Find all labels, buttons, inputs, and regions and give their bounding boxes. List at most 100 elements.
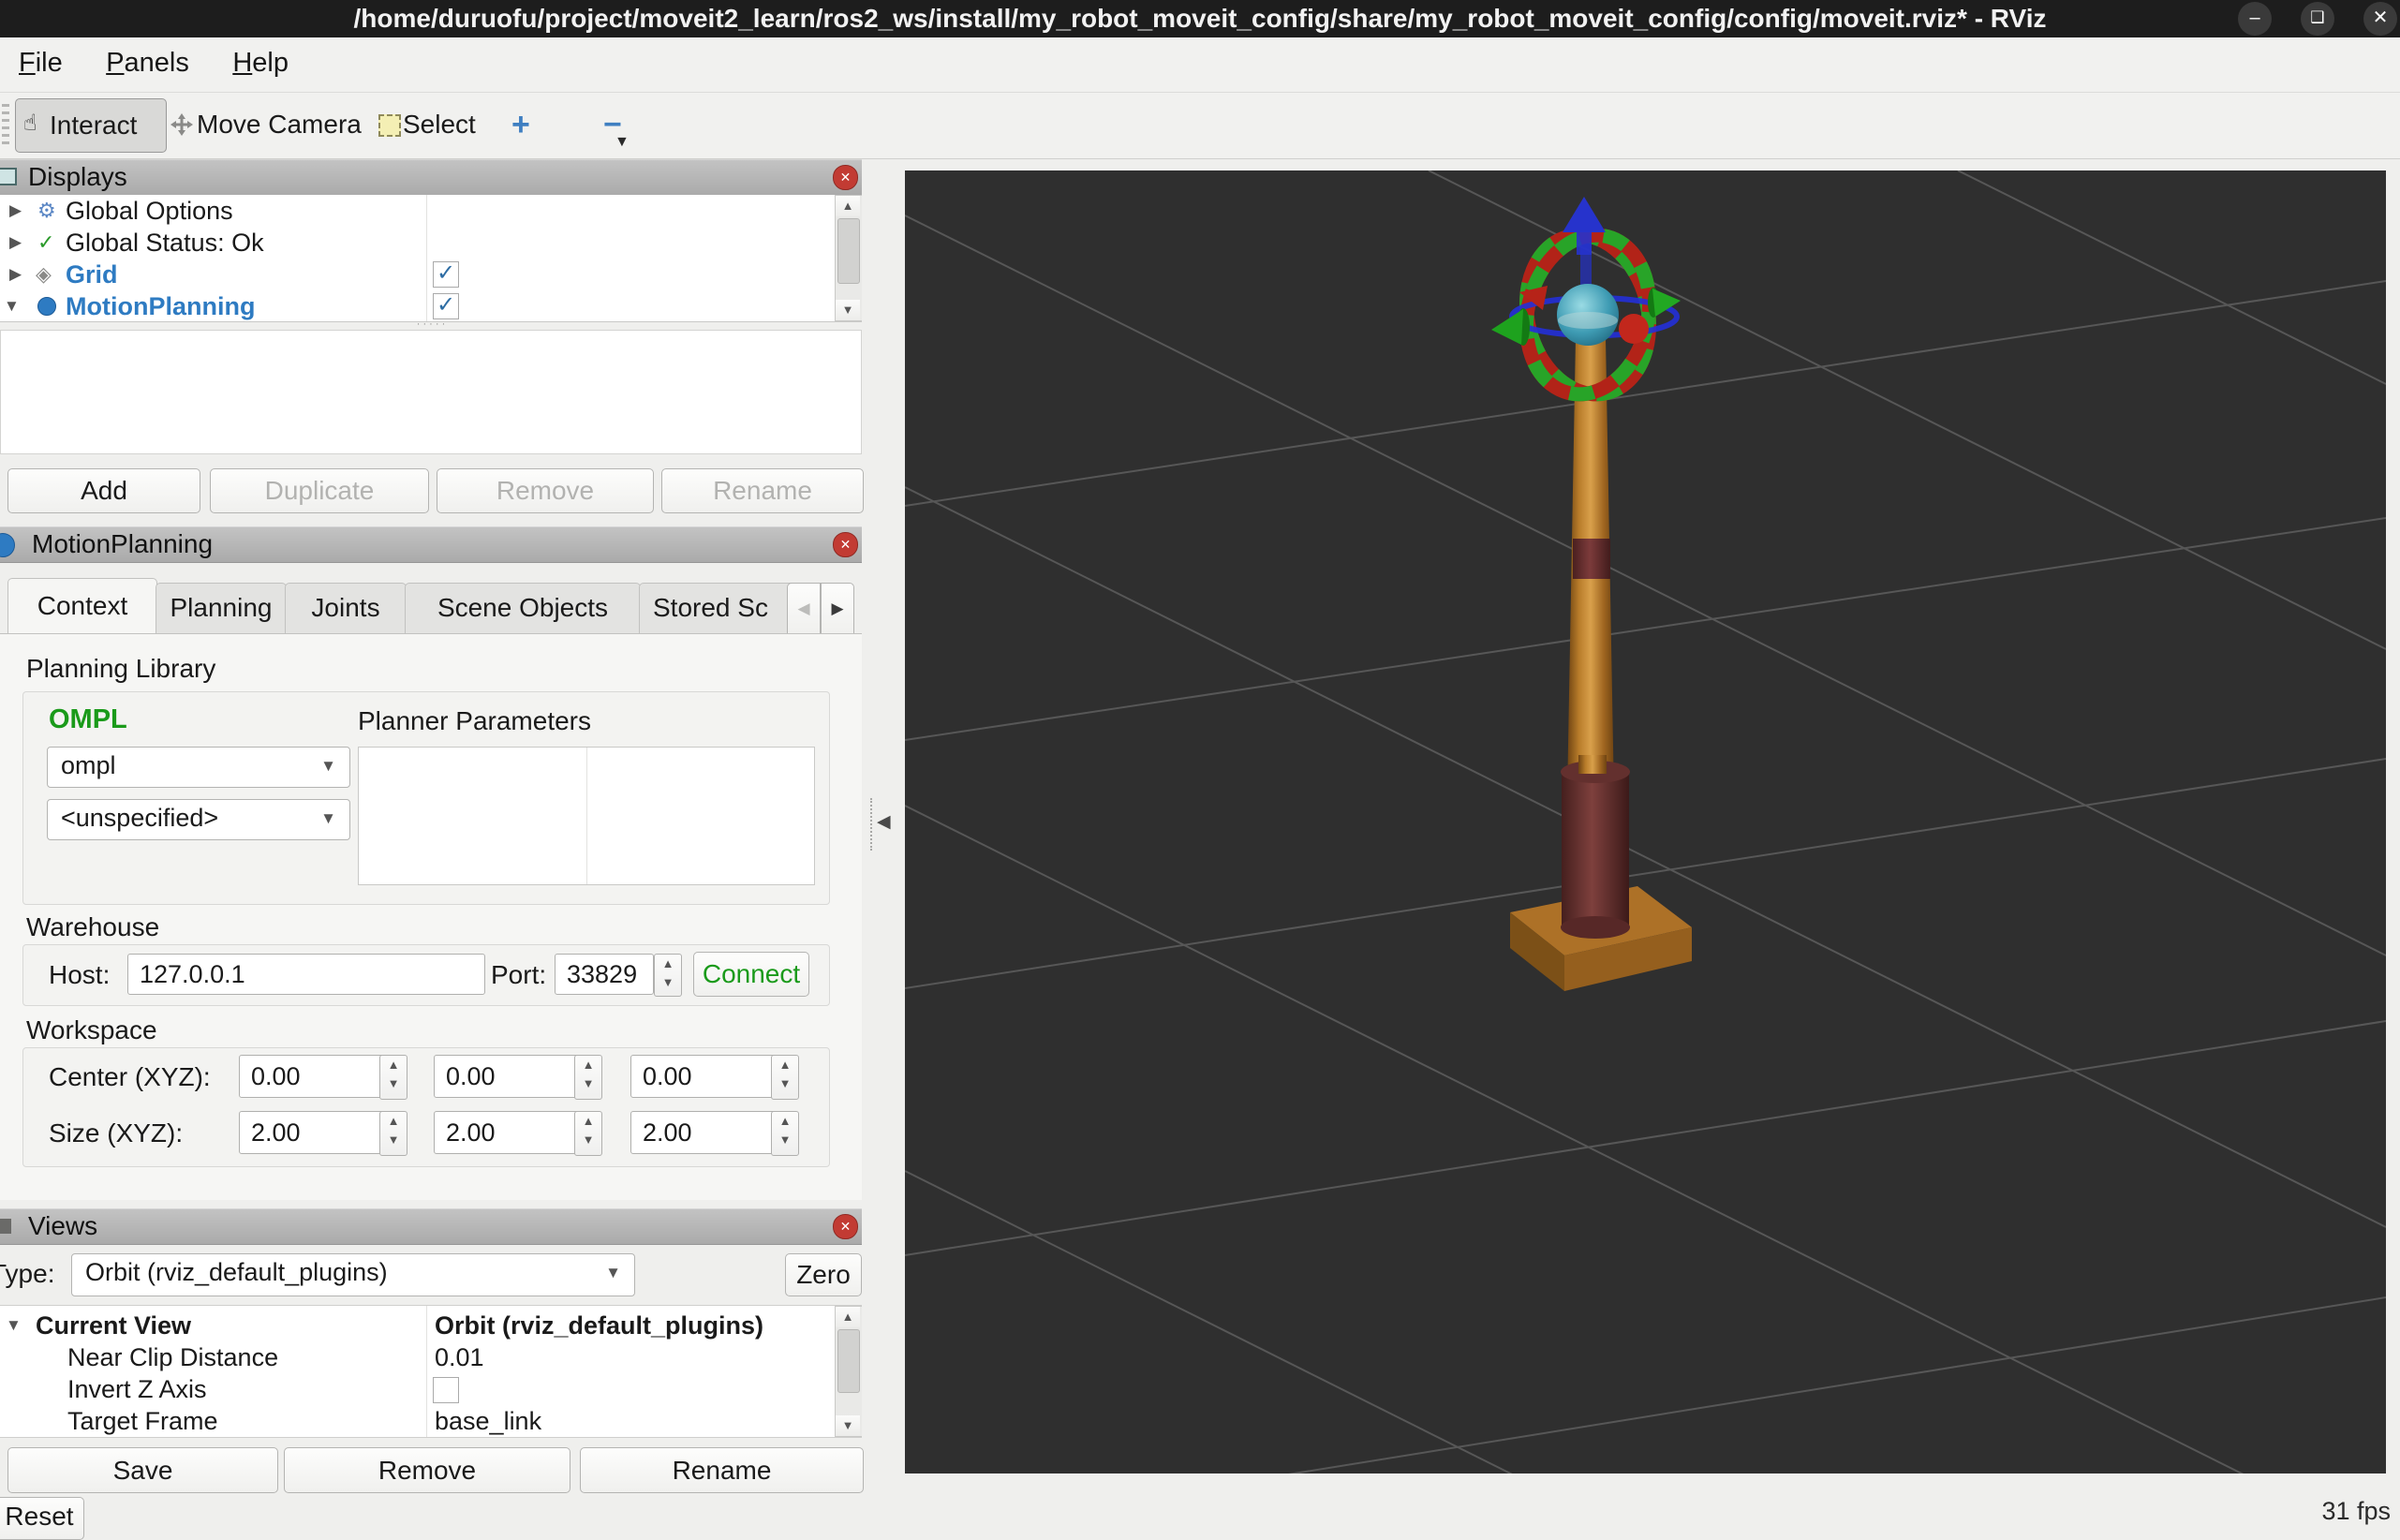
rename-display-button[interactable]: Rename — [661, 468, 864, 513]
motionplanning-enabled-checkbox[interactable]: ✓ — [433, 293, 459, 319]
step-down-icon[interactable]: ▼ — [772, 1131, 798, 1149]
displays-tree-scrollbar[interactable]: ▲ ▼ — [835, 195, 862, 321]
expander-icon[interactable]: ▼ — [6, 1310, 22, 1341]
duplicate-display-button[interactable]: Duplicate — [210, 468, 429, 513]
prop-value[interactable]: 0.01 — [435, 1341, 484, 1373]
views-close-icon[interactable]: ✕ — [833, 1214, 858, 1239]
tab-scroll-left-icon[interactable]: ◀ — [787, 583, 821, 634]
motionplanning-panel-header[interactable]: MotionPlanning ✕ — [0, 526, 862, 563]
scroll-thumb[interactable] — [837, 218, 860, 284]
prop-value[interactable]: base_link — [435, 1405, 541, 1437]
tool-dropdown-arrow-icon[interactable]: ▼ — [615, 134, 630, 151]
up-arrow-cone[interactable] — [1563, 197, 1606, 232]
expander-icon[interactable]: ▼ — [4, 290, 20, 321]
center-z-input[interactable]: 0.00 — [630, 1055, 782, 1098]
center-z-stepper[interactable]: ▲ ▼ — [771, 1055, 799, 1100]
tab-joints[interactable]: Joints — [285, 583, 407, 634]
expander-icon[interactable]: ▶ — [9, 227, 22, 259]
zero-view-button[interactable]: Zero — [785, 1253, 862, 1296]
planner-parameters-table[interactable] — [358, 747, 815, 885]
remove-display-button[interactable]: Remove — [437, 468, 654, 513]
views-tree-scrollbar[interactable]: ▲ ▼ — [835, 1306, 862, 1437]
size-z-input[interactable]: 2.00 — [630, 1111, 782, 1154]
step-down-icon[interactable]: ▼ — [575, 1131, 601, 1149]
prop-row-near-clip[interactable]: Near Clip Distance 0.01 — [0, 1341, 862, 1373]
move-camera-tool-button[interactable]: Move Camera — [170, 98, 362, 151]
size-x-input[interactable]: 2.00 — [239, 1111, 391, 1154]
expander-icon[interactable]: ▶ — [9, 259, 22, 290]
maximize-button[interactable]: ❑ — [2301, 2, 2334, 36]
scroll-up-icon[interactable]: ▲ — [836, 196, 860, 216]
tab-context[interactable]: Context — [7, 578, 157, 635]
center-y-input[interactable]: 0.00 — [434, 1055, 585, 1098]
scroll-thumb[interactable] — [837, 1329, 860, 1393]
planner-algorithm-dropdown[interactable]: <unspecified> ▼ — [47, 799, 350, 840]
size-x-stepper[interactable]: ▲ ▼ — [379, 1111, 407, 1156]
interact-tool-button[interactable]: ☝ Interact — [15, 98, 167, 153]
select-tool-button[interactable]: Select — [378, 98, 481, 151]
3d-viewport[interactable] — [904, 170, 2387, 1540]
step-down-icon[interactable]: ▼ — [772, 1074, 798, 1093]
step-up-icon[interactable]: ▲ — [380, 1056, 407, 1074]
collapse-panel-icon[interactable]: ◀ — [877, 811, 891, 833]
prop-row-target-frame[interactable]: Target Frame base_link — [0, 1405, 862, 1437]
step-up-icon[interactable]: ▲ — [772, 1056, 798, 1074]
planning-library-dropdown[interactable]: ompl ▼ — [47, 747, 350, 788]
step-down-icon[interactable]: ▼ — [380, 1131, 407, 1149]
step-down-icon[interactable]: ▼ — [655, 973, 681, 992]
center-x-stepper[interactable]: ▲ ▼ — [379, 1055, 407, 1100]
port-input[interactable]: 33829 — [555, 954, 654, 995]
prop-value[interactable]: Orbit (rviz_default_plugins) — [435, 1310, 763, 1341]
size-z-stepper[interactable]: ▲ ▼ — [771, 1111, 799, 1156]
title-bar[interactable]: /home/duruofu/project/moveit2_learn/ros2… — [0, 0, 2400, 37]
host-input[interactable]: 127.0.0.1 — [127, 954, 485, 995]
red-ball-handle[interactable] — [1619, 314, 1649, 344]
row-label[interactable]: Grid — [66, 259, 118, 290]
size-y-stepper[interactable]: ▲ ▼ — [574, 1111, 602, 1156]
menu-help[interactable]: Help — [227, 48, 294, 79]
step-down-icon[interactable]: ▼ — [380, 1074, 407, 1093]
add-tool-plus-icon[interactable]: + — [511, 98, 530, 151]
tab-scene-objects[interactable]: Scene Objects — [405, 583, 641, 634]
menu-file[interactable]: File — [13, 48, 68, 79]
tab-scroll-right-icon[interactable]: ▶ — [821, 583, 854, 634]
reset-button[interactable]: Reset — [0, 1497, 84, 1540]
add-display-button[interactable]: Add — [7, 468, 200, 513]
prop-row-current-view[interactable]: ▼ Current View Orbit (rviz_default_plugi… — [0, 1310, 862, 1341]
displays-close-icon[interactable]: ✕ — [833, 165, 858, 190]
toolbar-drag-handle[interactable] — [2, 104, 9, 147]
center-y-stepper[interactable]: ▲ ▼ — [574, 1055, 602, 1100]
minimize-button[interactable]: – — [2238, 2, 2272, 36]
displays-panel-header[interactable]: Displays ✕ — [0, 159, 862, 196]
rename-view-button[interactable]: Rename — [580, 1447, 864, 1493]
left-arrow-cone[interactable] — [1491, 309, 1523, 345]
step-up-icon[interactable]: ▲ — [575, 1056, 601, 1074]
tab-planning[interactable]: Planning — [156, 583, 287, 634]
step-up-icon[interactable]: ▲ — [772, 1112, 798, 1131]
center-x-input[interactable]: 0.00 — [239, 1055, 391, 1098]
grid-enabled-checkbox[interactable]: ✓ — [433, 261, 459, 288]
prop-row-invert-z[interactable]: Invert Z Axis — [0, 1373, 862, 1405]
save-view-button[interactable]: Save — [7, 1447, 278, 1493]
step-up-icon[interactable]: ▲ — [655, 955, 681, 973]
viewport-splitter[interactable] — [870, 798, 872, 851]
invert-z-checkbox[interactable] — [433, 1377, 459, 1403]
connect-button[interactable]: Connect — [693, 952, 809, 997]
close-button[interactable]: ✕ — [2363, 2, 2397, 36]
step-up-icon[interactable]: ▲ — [380, 1112, 407, 1131]
row-label[interactable]: MotionPlanning — [66, 290, 255, 321]
view-type-dropdown[interactable]: Orbit (rviz_default_plugins) ▼ — [71, 1253, 635, 1296]
step-up-icon[interactable]: ▲ — [575, 1112, 601, 1131]
scroll-down-icon[interactable]: ▼ — [836, 1415, 860, 1436]
port-stepper[interactable]: ▲ ▼ — [654, 954, 682, 997]
expander-icon[interactable]: ▶ — [9, 195, 22, 227]
views-panel-header[interactable]: Views ✕ — [0, 1208, 862, 1245]
row-label[interactable]: Global Status: Ok — [66, 227, 264, 259]
size-y-input[interactable]: 2.00 — [434, 1111, 585, 1154]
tab-stored-scenes[interactable]: Stored Sc — [639, 583, 800, 634]
scroll-up-icon[interactable]: ▲ — [836, 1307, 860, 1327]
row-label[interactable]: Global Options — [66, 195, 233, 227]
scroll-down-icon[interactable]: ▼ — [836, 300, 860, 320]
remove-view-button[interactable]: Remove — [284, 1447, 570, 1493]
menu-panels[interactable]: Panels — [100, 48, 195, 79]
